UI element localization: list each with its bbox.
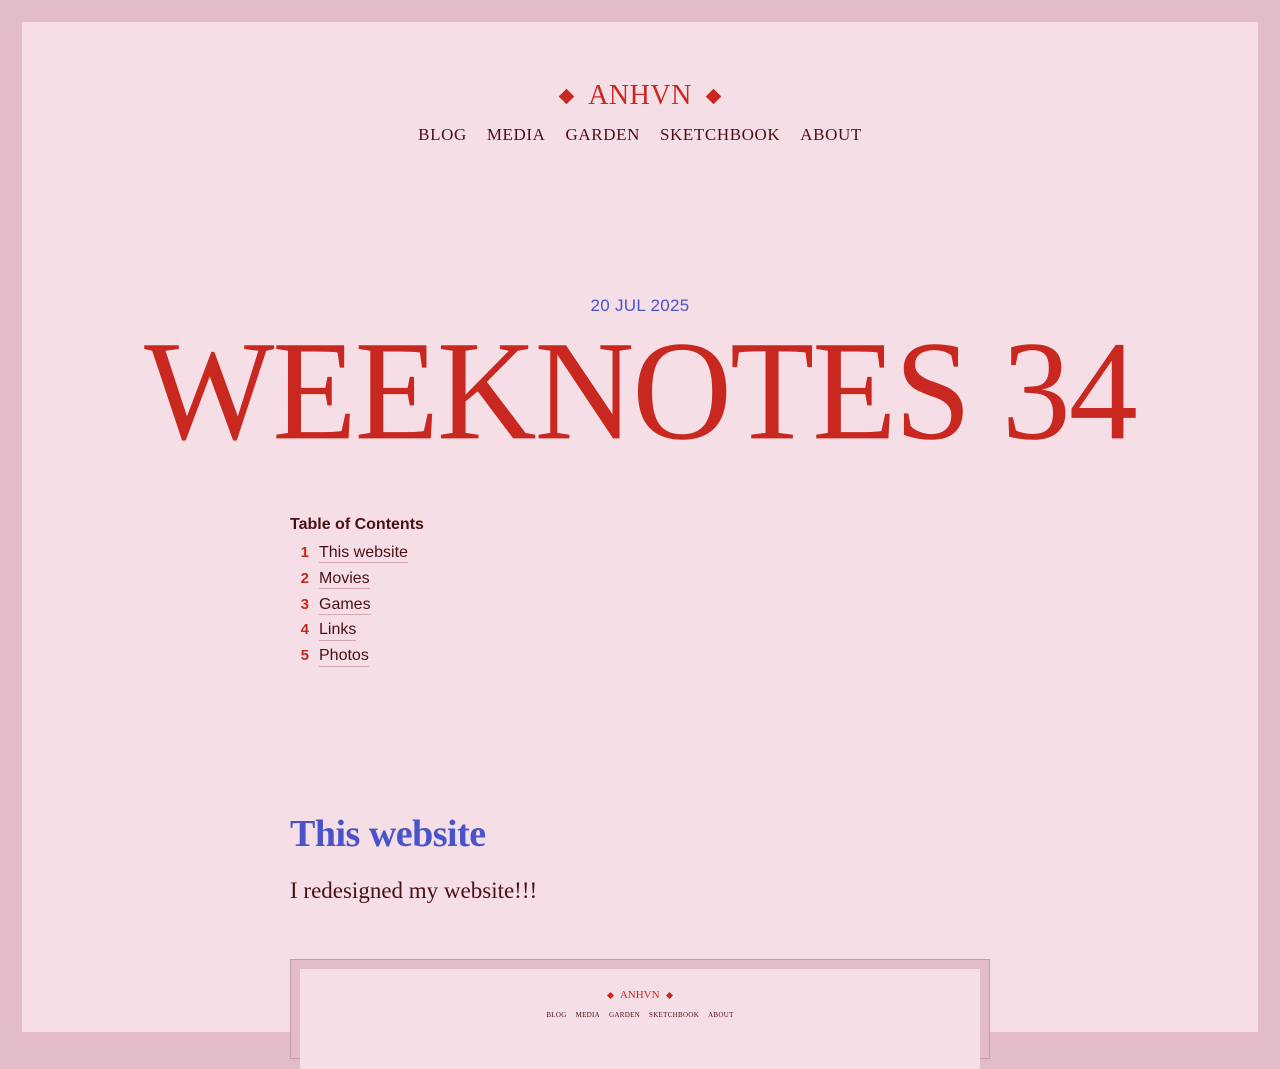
diamond-icon	[705, 88, 722, 104]
toc-link-games[interactable]: Games	[319, 596, 371, 615]
site-logo-link[interactable]: ANHVN	[557, 82, 723, 110]
screenshot-logo: ANHVN	[300, 989, 980, 1001]
toc-item: 1 This website	[290, 544, 690, 570]
website-screenshot-image: ANHVN BLOG MEDIA GARDEN SKETCHBOOK ABOUT	[290, 959, 990, 1069]
toc-heading: Table of Contents	[290, 516, 424, 533]
toc-link-movies[interactable]: Movies	[319, 570, 370, 590]
nav-about-link[interactable]: ABOUT	[800, 125, 862, 145]
screenshot-page: ANHVN BLOG MEDIA GARDEN SKETCHBOOK ABOUT	[300, 969, 980, 1069]
diamond-icon	[606, 991, 614, 1000]
nav-garden-link[interactable]: GARDEN	[566, 125, 640, 145]
screenshot-nav-item: MEDIA	[575, 1011, 601, 1019]
toc-item-number: 4	[300, 621, 309, 639]
toc-item-number: 3	[300, 595, 309, 613]
screenshot-logo-text: ANHVN	[619, 989, 660, 1001]
table-of-contents: Table of Contents 1 This website 2 Movie…	[290, 516, 690, 673]
page-frame: ANHVN BLOG MEDIA GARDEN SKETCHBOOK ABOUT…	[22, 22, 1258, 1069]
toc-item: 4 Links	[290, 621, 690, 647]
section-paragraph: I redesigned my website!!!	[290, 878, 538, 903]
toc-list: 1 This website 2 Movies 3 Games 4 Links …	[290, 544, 690, 673]
toc-link-photos[interactable]: Photos	[319, 647, 369, 667]
main-nav: BLOG MEDIA GARDEN SKETCHBOOK ABOUT	[22, 125, 1258, 145]
screenshot-nav-item: GARDEN	[609, 1011, 640, 1019]
toc-item: 5 Photos	[290, 647, 690, 673]
nav-media-link[interactable]: MEDIA	[487, 125, 546, 145]
screenshot-nav-item: BLOG	[546, 1011, 567, 1019]
screenshot-nav-item: ABOUT	[708, 1011, 734, 1019]
nav-blog-link[interactable]: BLOG	[418, 125, 467, 145]
diamond-icon	[666, 991, 674, 1000]
toc-item-number: 2	[300, 569, 309, 587]
site-logo-text: ANHVN	[588, 80, 692, 111]
toc-item: 2 Movies	[290, 570, 690, 596]
screenshot-nav: BLOG MEDIA GARDEN SKETCHBOOK ABOUT	[300, 1011, 980, 1019]
diamond-icon	[558, 88, 575, 104]
post-title: WEEKNOTES 34	[144, 311, 1138, 470]
toc-link-links[interactable]: Links	[319, 621, 357, 641]
toc-item: 3 Games	[290, 596, 690, 622]
toc-item-number: 1	[300, 544, 309, 561]
nav-sketchbook-link[interactable]: SKETCHBOOK	[660, 125, 780, 145]
toc-link-this-website[interactable]: This website	[319, 544, 408, 564]
site-header: ANHVN	[22, 82, 1258, 110]
section-heading: This website	[290, 813, 486, 855]
toc-item-number: 5	[300, 647, 309, 665]
screenshot-nav-item: SKETCHBOOK	[649, 1011, 700, 1019]
